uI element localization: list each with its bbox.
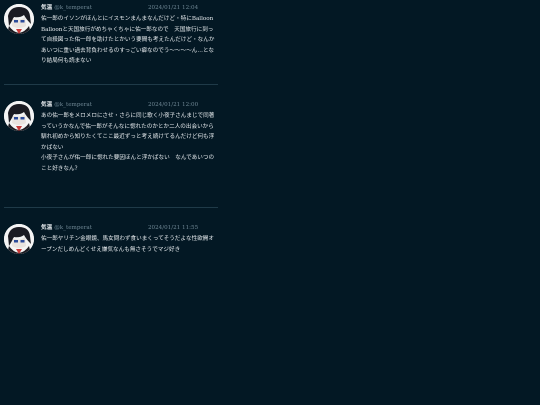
- post-body: 佑一郎ヤリチン金眼鏡、馬女問わず食いまくってそうだよな性欲開オープンだしめんどく…: [41, 234, 217, 255]
- post-text-line: 佑一郎のイソンがほんとにイスモンまんまなんだけど・特にBalloon Ballo…: [41, 16, 215, 65]
- post-timestamp[interactable]: 2024/01/21 12:00: [148, 101, 198, 109]
- author-handle[interactable]: @k_temperat: [54, 5, 92, 11]
- post-timestamp[interactable]: 2024/01/21 12:04: [148, 4, 198, 12]
- post-text-line: 佑一郎ヤリチン金眼鏡、馬女問わず食いまくってそうだよな性欲開オープンだしめんどく…: [41, 236, 214, 253]
- post-meta: 気温 @k_temperat 2024/01/21 11:55: [41, 224, 221, 232]
- author-name[interactable]: 気温: [41, 102, 52, 108]
- post-body: 佑一郎のイソンがほんとにイスモンまんまなんだけど・特にBalloon Ballo…: [41, 14, 217, 67]
- avatar-icon: [4, 4, 34, 34]
- avatar-icon: [4, 224, 34, 254]
- author-handle[interactable]: @k_temperat: [54, 225, 92, 231]
- author-name[interactable]: 気温: [41, 5, 52, 11]
- avatar[interactable]: [4, 101, 34, 131]
- post[interactable]: 気温 @k_temperat 2024/01/21 11:55 佑一郎ヤリチン金眼…: [0, 208, 222, 283]
- author-handle[interactable]: @k_temperat: [54, 102, 92, 108]
- post-timestamp[interactable]: 2024/01/21 11:55: [148, 224, 198, 232]
- post-meta: 気温 @k_temperat 2024/01/21 12:04: [41, 4, 221, 12]
- timeline-feed: 気温 @k_temperat 2024/01/21 12:04 佑一郎のイソンがほ…: [0, 0, 222, 283]
- author-name[interactable]: 気温: [41, 225, 52, 231]
- post-text-line: 小夜子さんが佑一郎に惚れた要因ほんと浮かばない なんであいつのこと好きなん？: [41, 155, 215, 172]
- avatar-icon: [4, 101, 34, 131]
- post-body: あの佑一郎をメロメロにさせ・さらに同じ歌く小夜子さんまじで同著っていうかなんで佑…: [41, 111, 217, 175]
- post[interactable]: 気温 @k_temperat 2024/01/21 12:04 佑一郎のイソンがほ…: [0, 0, 222, 84]
- post[interactable]: 気温 @k_temperat 2024/01/21 12:00 あの佑一郎をメロメ…: [0, 85, 222, 207]
- post-text-line: あの佑一郎をメロメロにさせ・さらに同じ歌く小夜子さんまじで同著っていうかなんで佑…: [41, 113, 215, 151]
- avatar[interactable]: [4, 4, 34, 34]
- post-meta: 気温 @k_temperat 2024/01/21 12:00: [41, 101, 221, 109]
- avatar[interactable]: [4, 224, 34, 254]
